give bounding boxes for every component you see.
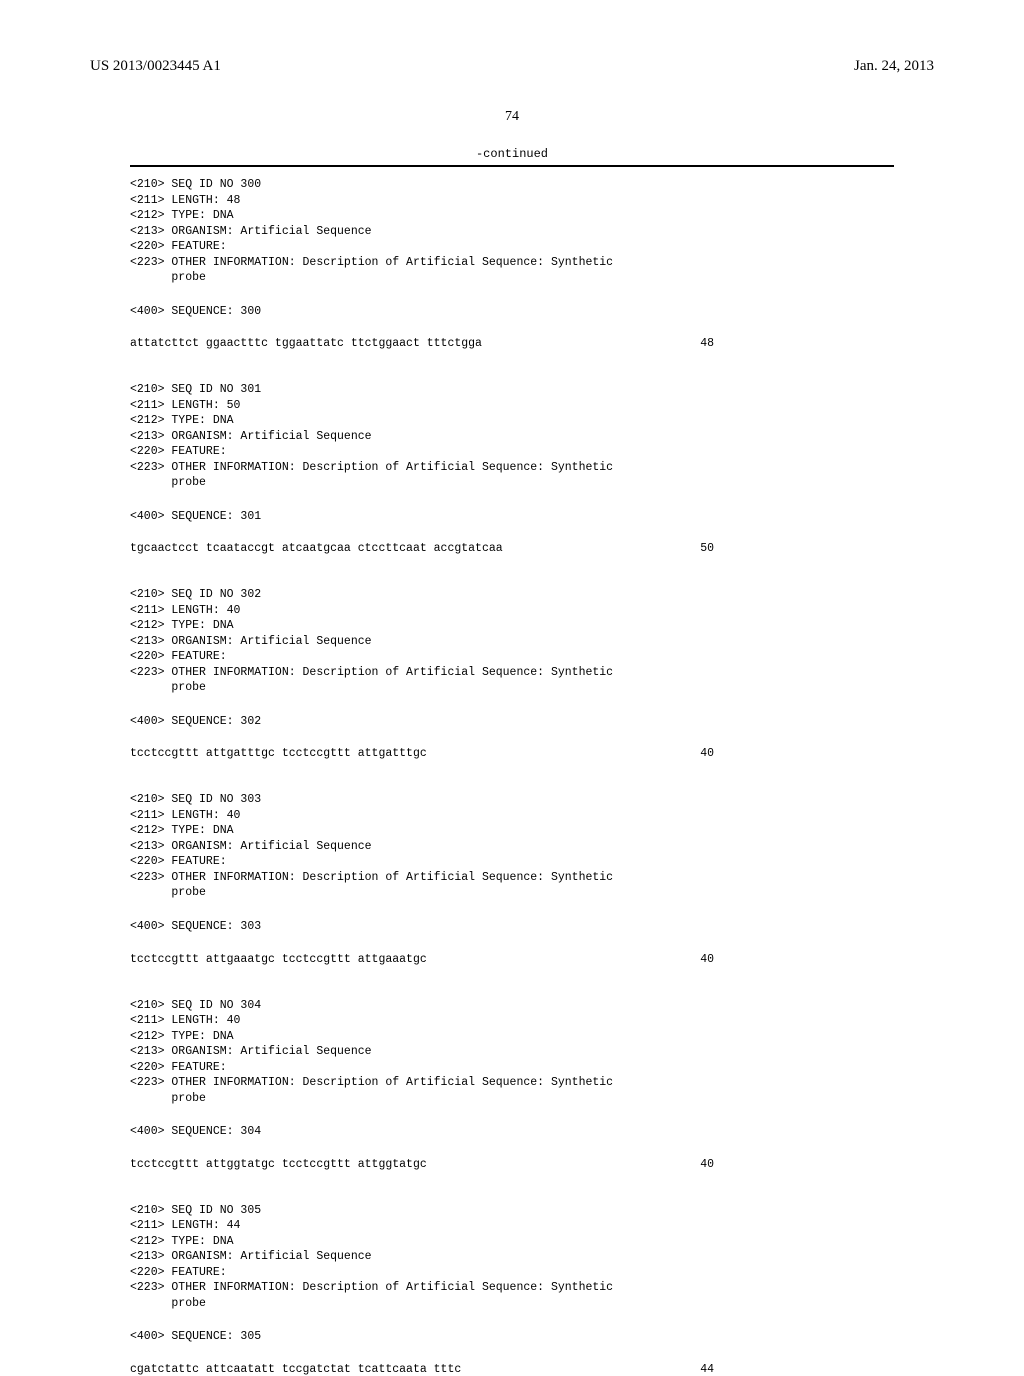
seq-line: tcctccgttt attggtatgc tcctccgttt attggta… [130, 1158, 894, 1171]
seq-text: tcctccgttt attggtatgc tcctccgttt attggta… [130, 1158, 427, 1171]
seq-header: <400> SEQUENCE: 301 [130, 509, 894, 525]
page-number: 74 [0, 81, 1024, 147]
seq-line: tcctccgttt attgaaatgc tcctccgttt attgaaa… [130, 953, 894, 966]
seq-line: tcctccgttt attgatttgc tcctccgttt attgatt… [130, 747, 894, 760]
content-area: -continued <210> SEQ ID NO 300 <211> LEN… [0, 147, 1024, 1376]
seq-length: 44 [700, 1363, 894, 1376]
seq-text: cgatctattc attcaatatt tccgatctat tcattca… [130, 1363, 461, 1376]
seq-length: 50 [700, 542, 894, 555]
seq-line: tgcaactcct tcaataccgt atcaatgcaa ctccttc… [130, 542, 894, 555]
seq-meta: <210> SEQ ID NO 303 <211> LENGTH: 40 <21… [130, 792, 894, 901]
publication-number: US 2013/0023445 A1 [90, 58, 221, 75]
publication-date: Jan. 24, 2013 [854, 58, 934, 75]
seq-meta: <210> SEQ ID NO 301 <211> LENGTH: 50 <21… [130, 382, 894, 491]
continued-label: -continued [130, 147, 894, 165]
seq-length: 40 [700, 1158, 894, 1171]
seq-line: attatcttct ggaactttc tggaattatc ttctggaa… [130, 337, 894, 350]
seq-header: <400> SEQUENCE: 302 [130, 714, 894, 730]
seq-meta: <210> SEQ ID NO 302 <211> LENGTH: 40 <21… [130, 587, 894, 696]
seq-text: tcctccgttt attgaaatgc tcctccgttt attgaaa… [130, 953, 427, 966]
seq-header: <400> SEQUENCE: 303 [130, 919, 894, 935]
divider [130, 165, 894, 167]
seq-length: 40 [700, 953, 894, 966]
seq-meta: <210> SEQ ID NO 300 <211> LENGTH: 48 <21… [130, 177, 894, 286]
seq-header: <400> SEQUENCE: 305 [130, 1329, 894, 1345]
page-header: US 2013/0023445 A1 Jan. 24, 2013 [0, 0, 1024, 81]
seq-length: 40 [700, 747, 894, 760]
seq-text: tcctccgttt attgatttgc tcctccgttt attgatt… [130, 747, 427, 760]
seq-line: cgatctattc attcaatatt tccgatctat tcattca… [130, 1363, 894, 1376]
seq-length: 48 [700, 337, 894, 350]
seq-text: tgcaactcct tcaataccgt atcaatgcaa ctccttc… [130, 542, 503, 555]
seq-text: attatcttct ggaactttc tggaattatc ttctggaa… [130, 337, 482, 350]
seq-meta: <210> SEQ ID NO 304 <211> LENGTH: 40 <21… [130, 998, 894, 1107]
seq-header: <400> SEQUENCE: 304 [130, 1124, 894, 1140]
seq-header: <400> SEQUENCE: 300 [130, 304, 894, 320]
seq-meta: <210> SEQ ID NO 305 <211> LENGTH: 44 <21… [130, 1203, 894, 1312]
